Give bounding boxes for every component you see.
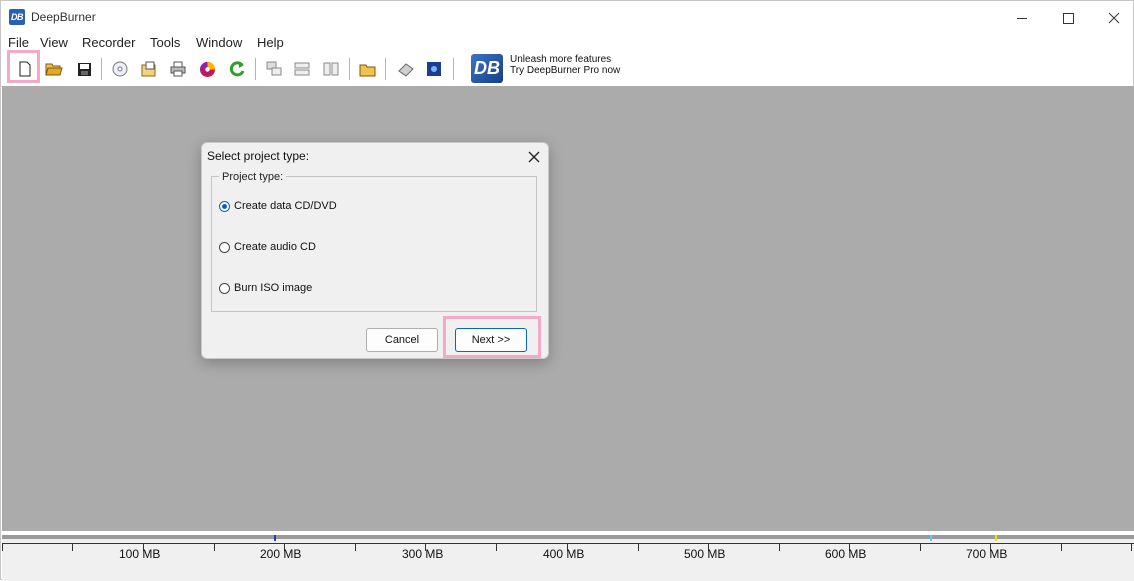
folder-icon <box>359 64 376 76</box>
tile-vertical-icon <box>323 62 339 76</box>
ruler-tick <box>638 543 639 551</box>
ruler-tick <box>72 543 73 551</box>
cascade-windows-icon <box>266 61 282 76</box>
capacity-marker-blue <box>274 535 276 541</box>
burn-button[interactable] <box>196 58 218 80</box>
refresh-icon <box>229 61 245 77</box>
menu-file[interactable]: File <box>8 35 29 50</box>
dialog-title: Select project type: <box>207 149 310 163</box>
menu-help[interactable]: Help <box>257 35 284 50</box>
group-label: Project type: <box>219 171 287 183</box>
menu-view[interactable]: View <box>40 35 68 50</box>
browse-button[interactable] <box>357 58 379 80</box>
ruler-tick <box>1061 543 1062 551</box>
ruler-capacity-bar <box>2 535 1134 539</box>
ruler-tick <box>355 543 356 551</box>
app-logo-icon: DB <box>9 9 25 25</box>
ruler-label: 500 MB <box>684 547 726 561</box>
promo-line-2[interactable]: Try DeepBurner Pro now <box>510 65 620 76</box>
minimize-icon <box>1017 17 1027 19</box>
option-label: Burn ISO image <box>234 282 313 294</box>
ruler-label: 200 MB <box>260 547 302 561</box>
ruler-tick <box>920 543 921 551</box>
ruler-axis <box>2 543 1134 544</box>
option-label: Create data CD/DVD <box>234 200 337 212</box>
ruler-tick <box>496 543 497 551</box>
promo-line-1[interactable]: Unleash more features <box>510 54 611 65</box>
save-icon <box>77 62 91 76</box>
ruler-label: 400 MB <box>543 547 585 561</box>
burn-disc-icon <box>199 61 215 77</box>
cancel-button[interactable]: Cancel <box>366 328 438 352</box>
toolbar-separator <box>453 58 454 80</box>
save-button[interactable] <box>73 58 95 80</box>
tile-horizontal-button[interactable] <box>291 58 313 80</box>
capacity-ruler: 100 MB 200 MB 300 MB 400 MB 500 MB 600 M… <box>2 531 1134 581</box>
option-label: Create audio CD <box>234 241 316 253</box>
erase-disc-button[interactable] <box>395 58 417 80</box>
maximize-button[interactable] <box>1045 1 1091 33</box>
ruler-label: 700 MB <box>966 547 1008 561</box>
tile-horizontal-icon <box>294 62 310 76</box>
maximize-icon <box>1062 12 1074 24</box>
toolbar-separator <box>349 58 350 80</box>
eraser-icon <box>398 63 414 77</box>
close-icon <box>528 151 540 163</box>
new-button-highlight <box>7 50 40 83</box>
ruler-label: 100 MB <box>119 547 161 561</box>
window-title: DeepBurner <box>31 10 96 24</box>
cascade-button[interactable] <box>263 58 285 80</box>
open-button[interactable] <box>43 58 65 80</box>
capacity-marker-yellow <box>995 535 997 541</box>
option-audio-cd[interactable]: Create audio CD <box>219 241 316 253</box>
next-button-highlight <box>443 316 541 358</box>
option-data-cd[interactable]: Create data CD/DVD <box>219 200 337 212</box>
toolbar-separator <box>255 58 256 80</box>
print-cover-button[interactable] <box>167 58 189 80</box>
minimize-button[interactable] <box>999 1 1045 33</box>
ruler-tick <box>214 543 215 551</box>
printer-icon <box>170 61 186 77</box>
dialog-close-button[interactable] <box>528 146 540 168</box>
promo-logo[interactable]: DB <box>471 54 503 83</box>
menu-bar: File View Recorder Tools Window Help <box>1 33 1133 52</box>
workspace-area <box>2 86 1134 531</box>
menu-recorder[interactable]: Recorder <box>82 35 135 50</box>
ruler-tick <box>2 543 3 551</box>
about-button[interactable] <box>423 58 445 80</box>
radio-unchecked[interactable] <box>219 241 230 253</box>
ruler-label: 300 MB <box>402 547 444 561</box>
disc-icon <box>112 61 128 77</box>
title-bar: DB DeepBurner <box>1 1 1133 33</box>
tile-vertical-button[interactable] <box>320 58 342 80</box>
disc-info-button[interactable] <box>109 58 131 80</box>
add-files-button[interactable] <box>138 58 160 80</box>
ruler-label: 600 MB <box>825 547 867 561</box>
refresh-button[interactable] <box>226 58 248 80</box>
radio-checked[interactable] <box>219 200 230 212</box>
menu-window[interactable]: Window <box>196 35 242 50</box>
close-window-button[interactable] <box>1091 1 1134 33</box>
app-badge-icon <box>427 62 441 76</box>
ruler-tick <box>1131 543 1132 551</box>
capacity-marker-cyan <box>930 535 932 541</box>
close-icon <box>1108 12 1120 24</box>
open-folder-icon <box>45 63 63 76</box>
app-window: DB DeepBurner File View Recorder Tools W… <box>0 0 1134 581</box>
add-files-icon <box>141 61 155 77</box>
option-burn-iso[interactable]: Burn ISO image <box>219 282 312 294</box>
menu-tools[interactable]: Tools <box>150 35 180 50</box>
toolbar-separator <box>385 58 386 80</box>
radio-unchecked[interactable] <box>219 282 230 294</box>
ruler-tick <box>779 543 780 551</box>
toolbar-separator <box>101 58 102 80</box>
